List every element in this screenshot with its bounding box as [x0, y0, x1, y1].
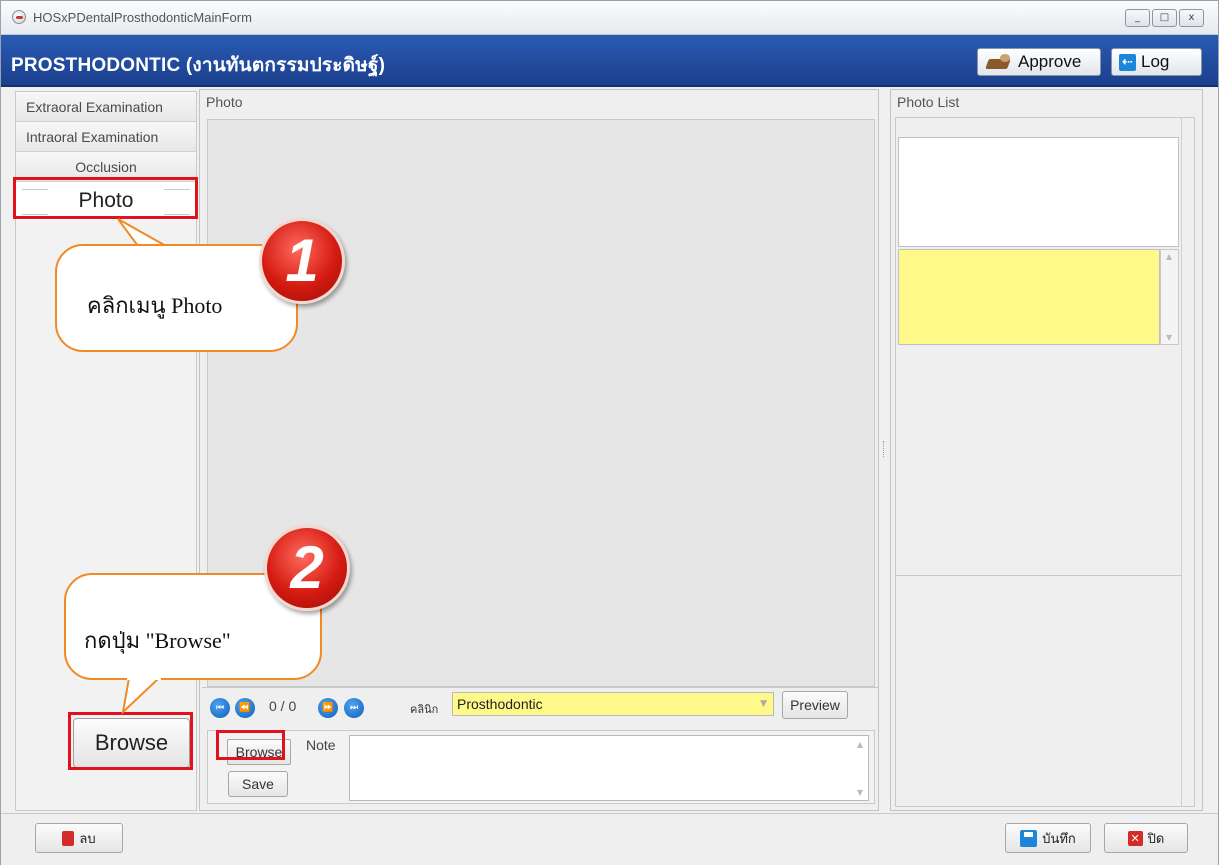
photo-navigator: ⏮ ⏪ 0 / 0 ⏩ ⏭ คลินิก Prosthodontic ▼ Pre…	[202, 687, 878, 727]
callout-2-tail	[121, 676, 162, 715]
photo-list-scrollbar[interactable]: ▲ ▼	[1160, 249, 1179, 345]
app-icon	[12, 10, 26, 24]
trash-icon	[62, 830, 75, 846]
highlight-browse-small	[216, 730, 285, 760]
step-2-badge: 2	[264, 525, 350, 611]
menu-item-intraoral-examination[interactable]: Intraoral Examination	[16, 122, 196, 152]
list-divider	[896, 575, 1182, 576]
note-label: Note	[306, 737, 336, 753]
scroll-down-icon[interactable]: ▼	[857, 788, 863, 797]
highlight-photo-menu	[13, 177, 198, 219]
approve-label: Approve	[1018, 52, 1082, 71]
save-label: บันทึก	[1042, 830, 1076, 846]
photo-list-panel: Photo List ▲ ▼	[890, 89, 1203, 811]
close-icon: ✕	[1127, 830, 1143, 846]
save-photo-button[interactable]: Save	[228, 771, 288, 797]
approve-button[interactable]: Approve	[977, 48, 1101, 76]
photo-list[interactable]: ▲ ▼	[895, 117, 1195, 807]
photo-list-title: Photo List	[897, 94, 960, 110]
callout-step-2-text: กดปุ่ม "Browse"	[84, 628, 231, 653]
maximize-button[interactable]: □	[1152, 9, 1177, 27]
menu-item-extraoral-examination[interactable]: Extraoral Examination	[16, 92, 196, 122]
panel-splitter[interactable]	[883, 441, 886, 457]
step-1-badge: 1	[259, 218, 345, 304]
scroll-up-icon[interactable]: ▲	[1166, 252, 1172, 261]
photo-counter: 0 / 0	[269, 698, 297, 714]
chevron-down-icon[interactable]: ▼	[760, 693, 767, 715]
window-controls: _ □ x	[1125, 9, 1204, 27]
delete-label: ลบ	[79, 830, 96, 846]
log-label: Log	[1141, 52, 1170, 71]
photo-panel: Photo ⏮ ⏪ 0 / 0 ⏩ ⏭ คลินิก Prosthodontic…	[199, 89, 879, 811]
form-header: PROSTHODONTIC (งานทันตกรรมประดิษฐ์) Appr…	[1, 35, 1218, 87]
close-label: ปิด	[1147, 830, 1165, 846]
clinic-label: คลินิก	[410, 704, 439, 716]
scroll-up-icon[interactable]: ▲	[857, 740, 863, 749]
note-field[interactable]: ▲ ▼	[349, 735, 869, 801]
page-title: PROSTHODONTIC (งานทันตกรรมประดิษฐ์)	[11, 55, 386, 76]
floppy-disk-icon	[1020, 829, 1038, 847]
save-button[interactable]: บันทึก	[1005, 823, 1091, 853]
last-icon[interactable]: ⏭	[344, 698, 364, 718]
prev-icon[interactable]: ⏪	[235, 698, 255, 718]
preview-button[interactable]: Preview	[782, 691, 848, 719]
photo-list-item[interactable]	[898, 137, 1179, 247]
minimize-button[interactable]: _	[1125, 9, 1150, 27]
log-button[interactable]: ⇠ Log	[1111, 48, 1202, 76]
next-icon[interactable]: ⏩	[318, 698, 338, 718]
delete-button[interactable]: ลบ	[35, 823, 123, 853]
stamp-icon	[985, 54, 1013, 70]
clinic-select[interactable]: Prosthodontic ▼	[452, 692, 774, 716]
logout-icon: ⇠	[1119, 53, 1136, 71]
footer-bar: ลบ บันทึก ✕ ปิด	[1, 813, 1218, 865]
title-bar: HOSxPDentalProsthodonticMainForm _ □ x	[1, 1, 1218, 35]
list-divider	[1181, 118, 1182, 806]
first-icon[interactable]: ⏮	[210, 698, 230, 718]
close-window-button[interactable]: x	[1179, 9, 1204, 27]
photo-list-item-selected[interactable]	[898, 249, 1160, 345]
photo-panel-title: Photo	[206, 94, 243, 110]
callout-step-1-text: คลิกเมนู Photo	[87, 293, 223, 318]
scroll-down-icon[interactable]: ▼	[1166, 333, 1172, 342]
highlight-browse-large	[68, 712, 193, 770]
photo-actions: Browse Save Note ▲ ▼	[207, 730, 875, 804]
window-title: HOSxPDentalProsthodonticMainForm	[33, 10, 252, 25]
close-button[interactable]: ✕ ปิด	[1104, 823, 1188, 853]
clinic-value: Prosthodontic	[457, 696, 543, 712]
